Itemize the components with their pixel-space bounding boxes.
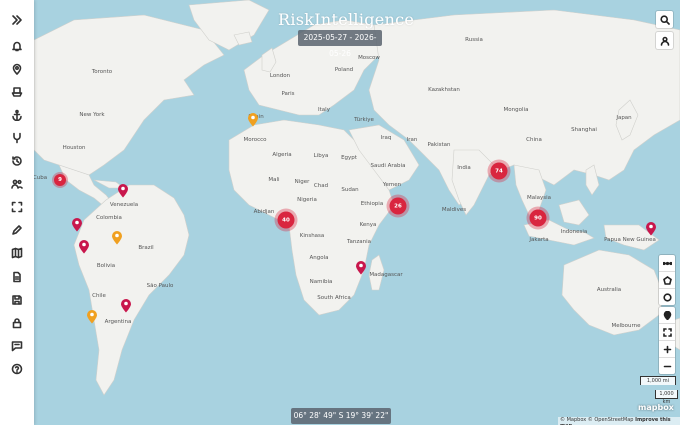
map-basemap <box>34 0 680 396</box>
anchor-icon[interactable] <box>7 105 27 125</box>
date-range-badge[interactable]: 2025-05-27 - 2026-05-26 <box>298 30 382 58</box>
vessel-icon[interactable] <box>7 82 27 102</box>
draw-polygon-button[interactable] <box>659 272 675 289</box>
map-nav-controls <box>659 307 675 374</box>
app-title: RiskIntelligence <box>278 10 415 29</box>
incident-marker[interactable] <box>355 260 367 275</box>
incident-marker[interactable] <box>117 183 129 198</box>
locate-button[interactable] <box>659 307 675 324</box>
mapbox-logo[interactable]: mapbox <box>638 403 674 412</box>
expand-icon[interactable] <box>7 10 27 30</box>
feedback-icon[interactable] <box>7 336 27 356</box>
pirate-pin-icon <box>72 218 82 232</box>
incident-cluster[interactable]: 90 <box>529 209 547 227</box>
osm-credit[interactable]: © OpenStreetMap <box>588 417 634 423</box>
fit-bounds-button[interactable] <box>659 324 675 341</box>
lock-icon[interactable] <box>7 313 27 333</box>
incident-marker[interactable] <box>78 239 90 254</box>
map-attribution: © Mapbox © OpenStreetMap Improve this ma… <box>558 417 680 425</box>
pirate-pin-icon <box>248 113 258 127</box>
draw-controls <box>659 255 675 305</box>
incident-marker[interactable] <box>120 298 132 313</box>
pirate-pin-icon <box>356 261 366 275</box>
cursor-coordinates: 06° 28' 49" S 19° 39' 22" E <box>291 408 391 424</box>
minus-icon <box>663 365 671 367</box>
pirate-pin-icon <box>646 222 656 236</box>
draw-line-button[interactable] <box>659 255 675 272</box>
incident-cluster[interactable]: 26 <box>389 197 407 215</box>
pencil-icon[interactable] <box>7 220 27 240</box>
help-icon[interactable] <box>7 359 27 379</box>
sidebar <box>0 0 34 425</box>
scale-bar-miles: 1,000 mi <box>640 376 676 385</box>
user-icon <box>660 36 669 46</box>
zoom-out-button[interactable] <box>659 358 675 374</box>
incident-cluster[interactable]: 74 <box>490 162 508 180</box>
route-icon[interactable] <box>7 128 27 148</box>
plus-icon <box>663 345 671 353</box>
pirate-pin-icon <box>79 240 89 254</box>
pirate-pin-icon <box>118 184 128 198</box>
save-icon[interactable] <box>7 290 27 310</box>
fullscreen-icon[interactable] <box>7 197 27 217</box>
user-button[interactable] <box>656 32 673 49</box>
pirate-pin-icon <box>112 231 122 245</box>
incident-marker[interactable] <box>86 309 98 324</box>
location-icon[interactable] <box>7 59 27 79</box>
incident-marker[interactable] <box>111 230 123 245</box>
incident-marker[interactable] <box>71 217 83 232</box>
bell-icon[interactable] <box>7 36 27 56</box>
scale-bar-km: 1,000 km <box>655 390 678 405</box>
pirate-pin-icon <box>87 310 97 324</box>
document-icon[interactable] <box>7 267 27 287</box>
expand-arrows-icon <box>662 327 672 337</box>
incident-cluster[interactable]: 40 <box>277 211 295 229</box>
marker-icon <box>663 310 671 320</box>
search-button[interactable] <box>656 11 673 28</box>
draw-circle-button[interactable] <box>659 289 675 305</box>
users-icon[interactable] <box>7 174 27 194</box>
zoom-in-button[interactable] <box>659 341 675 358</box>
incident-marker[interactable] <box>645 221 657 236</box>
polygon-icon <box>662 275 672 285</box>
world-map[interactable]: RiskIntelligence 2025-05-27 - 2026-05-26… <box>34 0 680 425</box>
history-icon[interactable] <box>7 151 27 171</box>
pirate-pin-icon <box>121 299 131 313</box>
line-icon <box>662 261 672 265</box>
map-icon[interactable] <box>7 243 27 263</box>
search-icon <box>659 14 670 25</box>
incident-marker[interactable] <box>247 112 259 127</box>
circle-icon <box>662 292 672 302</box>
incident-cluster[interactable]: 9 <box>54 174 66 186</box>
